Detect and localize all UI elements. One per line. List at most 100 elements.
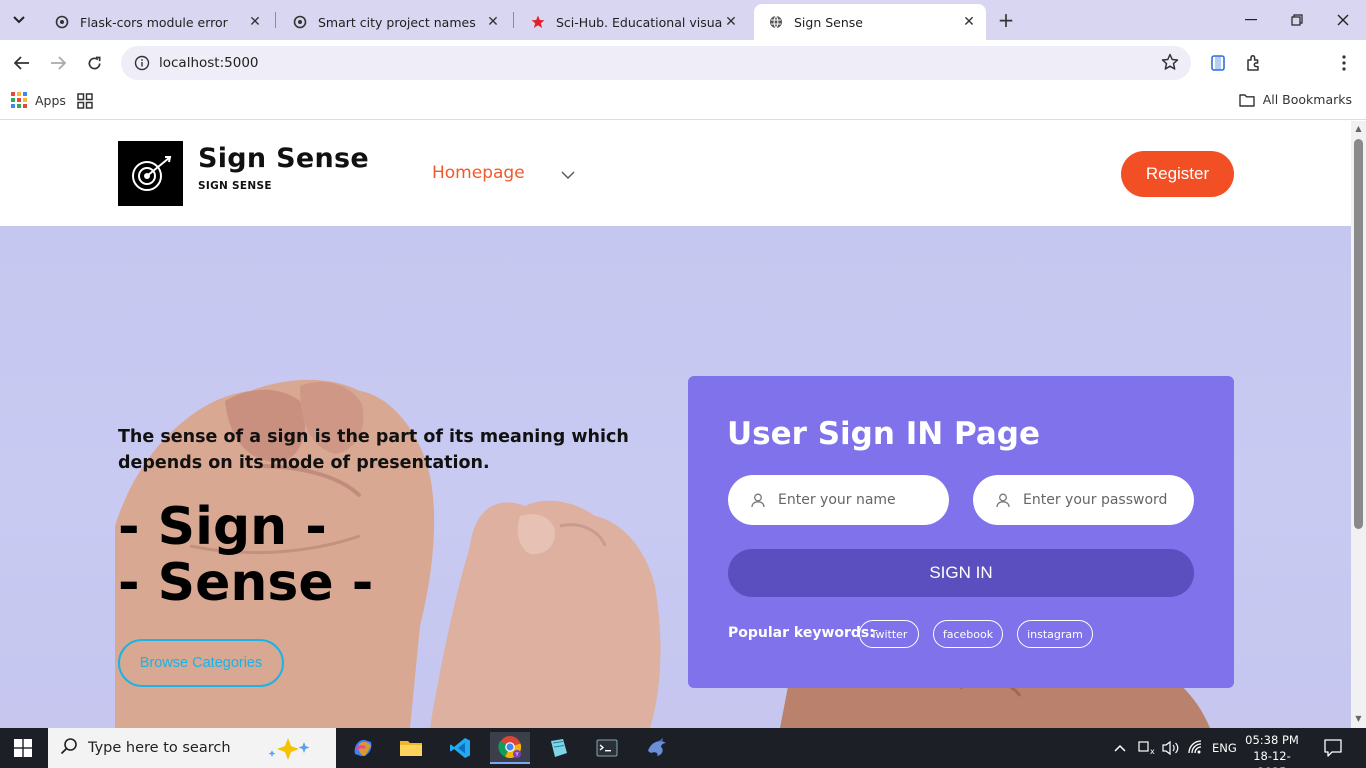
url-text[interactable]: localhost:5000 [159,55,259,71]
folder-icon [1238,93,1255,107]
tab-separator [275,12,276,28]
register-button[interactable]: Register [1121,151,1234,197]
input-method-icon[interactable]: x [1138,728,1156,768]
extensions-icon[interactable] [1243,52,1265,74]
scroll-up-icon[interactable]: ▲ [1354,125,1363,133]
scrollbar-thumb[interactable] [1354,139,1363,529]
close-window-button[interactable] [1328,6,1358,34]
hero-tagline: The sense of a sign is the part of its m… [118,427,629,473]
back-button[interactable] [9,50,35,76]
site-info-icon[interactable] [133,54,151,72]
nav-homepage-link[interactable]: Homepage [432,163,525,183]
browser-tab-active[interactable]: Sign Sense ✕ [754,4,986,40]
close-tab-icon[interactable]: ✕ [484,13,502,31]
taskbar-search-placeholder: Type here to search [88,740,231,756]
tab-search-button[interactable] [6,7,32,33]
taskbar-search[interactable]: Type here to search [48,728,336,768]
brand-title[interactable]: Sign Sense [198,143,369,174]
forward-arrow-icon [51,56,66,70]
windows-start-icon[interactable] [14,739,32,761]
browse-categories-button[interactable]: Browse Categories [118,639,284,687]
close-tab-icon[interactable]: ✕ [960,13,978,31]
tab-title: Flask-cors module error [80,14,228,30]
menu-kebab-icon[interactable] [1333,52,1355,74]
scihub-icon [530,14,546,30]
notification-center-icon[interactable] [1323,738,1343,762]
keyword-twitter[interactable]: Twitter [859,620,919,648]
browser-tab[interactable]: Smart city project names ✕ [278,4,510,40]
chatgpt-icon [54,14,70,30]
apps-grid-icon [11,92,27,108]
name-input[interactable] [778,492,938,508]
address-bar[interactable]: localhost:5000 [121,46,1191,80]
hero-heading-sign: - Sign - [118,497,327,557]
chevron-down-icon [13,16,25,24]
bookmark-star-icon[interactable] [1161,53,1179,75]
terminal-icon[interactable] [587,732,627,764]
user-icon [750,492,766,508]
site-header: Sign Sense SIGN SENSE Homepage Register [0,121,1351,226]
apps-label: Apps [35,92,66,108]
file-explorer-icon[interactable] [391,732,431,764]
reading-mode-icon[interactable] [1207,52,1229,74]
copilot-app-icon[interactable] [343,732,383,764]
clock-time: 05:38 PM [1245,733,1299,747]
wifi-icon[interactable] [1187,728,1205,768]
browser-tab[interactable]: Flask-cors module error ✕ [40,4,272,40]
back-arrow-icon [14,56,29,70]
name-field[interactable] [728,475,949,525]
scroll-down-icon[interactable]: ▼ [1354,715,1363,723]
browser-tab-bar: Flask-cors module error ✕ Smart city pro… [0,0,1366,40]
volume-icon[interactable] [1162,728,1180,768]
tab-groups-icon[interactable] [77,93,93,112]
globe-icon [768,14,784,30]
clock-date: 18-12-2025 [1253,749,1291,768]
tab-title: Smart city project names [318,14,476,30]
close-icon [1337,14,1349,26]
copilot-sparkle-icon[interactable] [264,736,320,764]
vscode-icon[interactable] [440,732,480,764]
restore-button[interactable] [1282,6,1312,34]
password-input[interactable] [1023,492,1183,508]
tab-title: Sign Sense [794,14,863,30]
hero-heading-sense: - Sense - [118,553,374,613]
all-bookmarks-button[interactable]: All Bookmarks [1238,92,1352,107]
svg-text:x: x [1150,747,1155,756]
tab-separator [513,12,514,28]
minimize-icon [1245,19,1257,21]
signin-button[interactable]: SIGN IN [728,549,1194,597]
new-tab-button[interactable]: + [994,8,1018,32]
language-indicator[interactable]: ENG [1212,728,1237,768]
chrome-icon[interactable]: Y [490,732,530,764]
signin-card: User Sign IN Page SIGN IN Popular keywor… [688,376,1234,688]
close-tab-icon[interactable]: ✕ [722,13,740,31]
bookmarks-bar: Apps All Bookmarks [0,86,1366,120]
target-logo-icon [131,155,171,191]
forward-button[interactable] [45,50,71,76]
browser-toolbar: localhost:5000 Y [0,40,1366,114]
password-field[interactable] [973,475,1194,525]
minimize-button[interactable] [1236,6,1266,34]
all-bookmarks-label: All Bookmarks [1262,92,1352,107]
dolphin-app-icon[interactable] [637,732,677,764]
tray-overflow-icon[interactable] [1114,728,1126,768]
signin-title: User Sign IN Page [727,416,1041,452]
reload-button[interactable] [81,50,107,76]
page-scrollbar[interactable]: ▲ ▼ [1351,121,1366,728]
chatgpt-icon [292,14,308,30]
close-tab-icon[interactable]: ✕ [246,13,264,31]
notepad-app-icon[interactable] [538,732,578,764]
restore-icon [1291,14,1303,26]
system-clock[interactable]: 05:38 PM 18-12-2025 [1244,732,1300,768]
chevron-down-icon[interactable] [561,165,575,184]
user-icon [995,492,1011,508]
brand-subtitle: SIGN SENSE [198,180,272,192]
site-logo[interactable] [118,141,183,206]
popular-keywords-label: Popular keywords: [728,625,875,641]
apps-shortcut[interactable]: Apps [11,92,66,108]
keyword-instagram[interactable]: instagram [1017,620,1093,648]
page-viewport: Sign Sense SIGN SENSE Homepage Register … [0,121,1351,728]
browser-tab[interactable]: Sci-Hub. Educational visualizatio ✕ [516,4,748,40]
keyword-facebook[interactable]: facebook [933,620,1003,648]
hero-section: The sense of a sign is the part of its m… [0,226,1351,728]
